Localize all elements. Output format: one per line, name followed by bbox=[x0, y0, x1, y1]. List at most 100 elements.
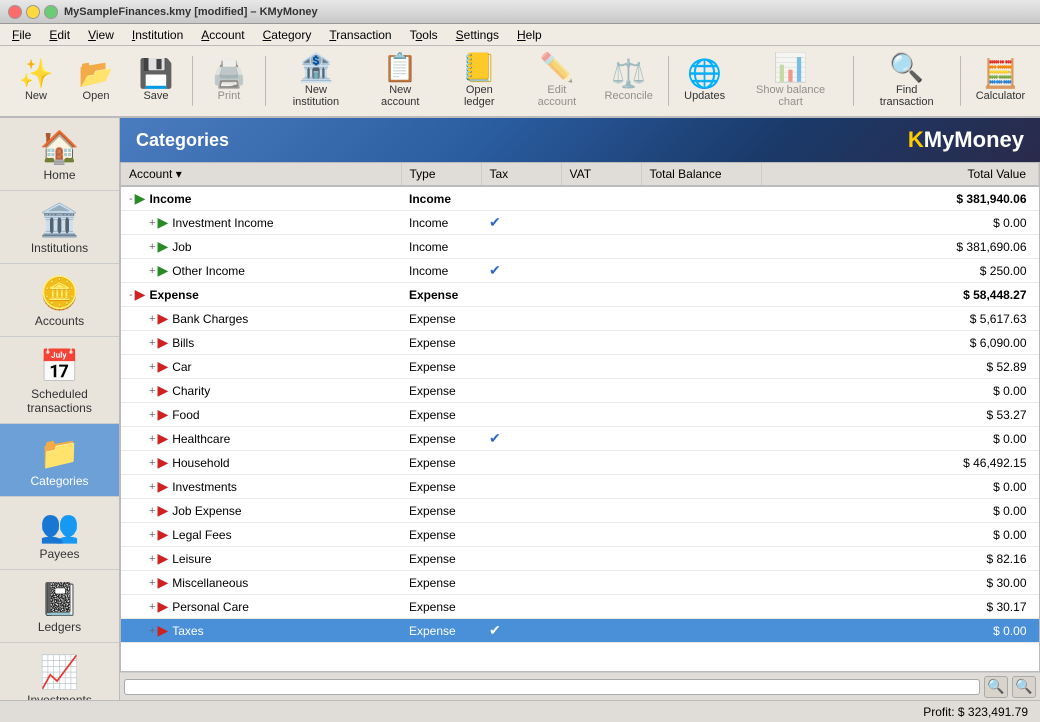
table-row[interactable]: - ▶IncomeIncome$ 381,940.06 bbox=[121, 186, 1039, 211]
col-tax[interactable]: Tax bbox=[481, 163, 561, 186]
table-row[interactable]: + ▶Other IncomeIncome✔$ 250.00 bbox=[121, 259, 1039, 283]
vat-cell-17 bbox=[561, 595, 641, 619]
value-cell-8: $ 0.00 bbox=[761, 379, 1039, 403]
expand-btn-17[interactable]: + bbox=[149, 601, 155, 613]
menu-view[interactable]: View bbox=[80, 26, 122, 44]
sidebar-item-institutions[interactable]: 🏛️ Institutions bbox=[0, 191, 119, 264]
expand-btn-16[interactable]: + bbox=[149, 577, 155, 589]
sidebar-label-scheduled: Scheduled transactions bbox=[4, 387, 115, 415]
table-row[interactable]: + ▶FoodExpense$ 53.27 bbox=[121, 403, 1039, 427]
menu-institution[interactable]: Institution bbox=[124, 26, 191, 44]
expand-btn-1[interactable]: + bbox=[149, 217, 155, 229]
menu-file[interactable]: File bbox=[4, 26, 39, 44]
table-row[interactable]: + ▶HouseholdExpense$ 46,492.15 bbox=[121, 451, 1039, 475]
print-button[interactable]: 🖨️ Print bbox=[201, 49, 257, 113]
close-button[interactable] bbox=[8, 5, 22, 19]
calculator-button[interactable]: 🧮 Calculator bbox=[969, 49, 1032, 113]
find-transaction-button[interactable]: 🔍 Find transaction bbox=[861, 49, 951, 113]
col-account[interactable]: Account ▾ bbox=[121, 163, 401, 186]
col-type[interactable]: Type bbox=[401, 163, 481, 186]
table-row[interactable]: + ▶Personal CareExpense$ 30.17 bbox=[121, 595, 1039, 619]
sidebar-item-categories[interactable]: 📁 Categories bbox=[0, 424, 119, 497]
balance-cell-17 bbox=[641, 595, 761, 619]
sidebar-label-categories: Categories bbox=[30, 474, 88, 488]
sidebar-label-payees: Payees bbox=[39, 547, 79, 561]
minimize-button[interactable] bbox=[26, 5, 40, 19]
zoom-out-button[interactable]: 🔍 bbox=[984, 676, 1008, 698]
profit-label: Profit: bbox=[923, 705, 954, 719]
expand-btn-9[interactable]: + bbox=[149, 409, 155, 421]
col-total-balance[interactable]: Total Balance bbox=[641, 163, 761, 186]
expand-btn-12[interactable]: + bbox=[149, 481, 155, 493]
menu-edit[interactable]: Edit bbox=[41, 26, 78, 44]
reconcile-button[interactable]: ⚖️ Reconcile bbox=[598, 49, 660, 113]
expand-btn-6[interactable]: + bbox=[149, 337, 155, 349]
updates-button[interactable]: 🌐 Updates bbox=[677, 49, 733, 113]
col-total-value[interactable]: Total Value bbox=[761, 163, 1039, 186]
save-icon: 💾 bbox=[139, 60, 174, 88]
table-row[interactable]: - ▶ExpenseExpense$ 58,448.27 bbox=[121, 283, 1039, 307]
table-row[interactable]: + ▶Legal FeesExpense$ 0.00 bbox=[121, 523, 1039, 547]
table-row[interactable]: + ▶InvestmentsExpense$ 0.00 bbox=[121, 475, 1039, 499]
expand-btn-14[interactable]: + bbox=[149, 529, 155, 541]
menu-settings[interactable]: Settings bbox=[448, 26, 507, 44]
table-row[interactable]: + ▶CharityExpense$ 0.00 bbox=[121, 379, 1039, 403]
menu-tools[interactable]: Tools bbox=[402, 26, 446, 44]
col-vat[interactable]: VAT bbox=[561, 163, 641, 186]
expand-btn-2[interactable]: + bbox=[149, 241, 155, 253]
expand-btn-3[interactable]: + bbox=[149, 265, 155, 277]
sidebar-item-investments[interactable]: 📈 Investments bbox=[0, 643, 119, 700]
menu-transaction[interactable]: Transaction bbox=[321, 26, 399, 44]
new-institution-button[interactable]: 🏦 New institution bbox=[274, 49, 358, 113]
table-row[interactable]: + ▶HealthcareExpense✔$ 0.00 bbox=[121, 427, 1039, 451]
expand-btn-0[interactable]: - bbox=[129, 193, 133, 205]
sidebar-item-accounts[interactable]: 🪙 Accounts bbox=[0, 264, 119, 337]
open-button[interactable]: 📂 Open bbox=[68, 49, 124, 113]
sidebar-item-home[interactable]: 🏠 Home bbox=[0, 118, 119, 191]
table-row[interactable]: + ▶MiscellaneousExpense$ 30.00 bbox=[121, 571, 1039, 595]
expand-btn-15[interactable]: + bbox=[149, 553, 155, 565]
balance-cell-16 bbox=[641, 571, 761, 595]
vat-cell-7 bbox=[561, 355, 641, 379]
type-cell-5: Expense bbox=[401, 307, 481, 331]
expand-btn-7[interactable]: + bbox=[149, 361, 155, 373]
table-row[interactable]: + ▶Job ExpenseExpense$ 0.00 bbox=[121, 499, 1039, 523]
account-cell-16: + ▶Miscellaneous bbox=[121, 571, 401, 595]
horizontal-scrollbar[interactable] bbox=[124, 679, 980, 695]
expand-btn-10[interactable]: + bbox=[149, 433, 155, 445]
edit-account-button[interactable]: ✏️ Edit account bbox=[520, 49, 594, 113]
expand-btn-18[interactable]: + bbox=[149, 625, 155, 637]
expand-btn-8[interactable]: + bbox=[149, 385, 155, 397]
sidebar-item-payees[interactable]: 👥 Payees bbox=[0, 497, 119, 570]
zoom-in-button[interactable]: 🔍 bbox=[1012, 676, 1036, 698]
maximize-button[interactable] bbox=[44, 5, 58, 19]
vat-cell-16 bbox=[561, 571, 641, 595]
table-row[interactable]: + ▶TaxesExpense✔$ 0.00 bbox=[121, 619, 1039, 643]
table-row[interactable]: + ▶CarExpense$ 52.89 bbox=[121, 355, 1039, 379]
table-row[interactable]: + ▶LeisureExpense$ 82.16 bbox=[121, 547, 1039, 571]
account-name-17: Personal Care bbox=[172, 600, 249, 614]
institutions-icon: 🏛️ bbox=[40, 201, 80, 239]
new-account-button[interactable]: 📋 New account bbox=[362, 49, 439, 113]
show-balance-chart-button[interactable]: 📊 Show balance chart bbox=[737, 49, 845, 113]
open-ledger-button[interactable]: 📒 Open ledger bbox=[442, 49, 516, 113]
table-row[interactable]: + ▶Bank ChargesExpense$ 5,617.63 bbox=[121, 307, 1039, 331]
expand-btn-4[interactable]: - bbox=[129, 289, 133, 301]
sidebar-item-ledgers[interactable]: 📓 Ledgers bbox=[0, 570, 119, 643]
table-row[interactable]: + ▶JobIncome$ 381,690.06 bbox=[121, 235, 1039, 259]
categories-table-wrapper[interactable]: Account ▾ Type Tax VAT Total Balance Tot… bbox=[120, 162, 1040, 672]
table-row[interactable]: + ▶Investment IncomeIncome✔$ 0.00 bbox=[121, 211, 1039, 235]
expand-btn-5[interactable]: + bbox=[149, 313, 155, 325]
save-button[interactable]: 💾 Save bbox=[128, 49, 184, 113]
expand-btn-13[interactable]: + bbox=[149, 505, 155, 517]
menu-help[interactable]: Help bbox=[509, 26, 550, 44]
type-cell-16: Expense bbox=[401, 571, 481, 595]
menu-category[interactable]: Category bbox=[255, 26, 320, 44]
expand-btn-11[interactable]: + bbox=[149, 457, 155, 469]
type-cell-17: Expense bbox=[401, 595, 481, 619]
menu-account[interactable]: Account bbox=[193, 26, 252, 44]
table-row[interactable]: + ▶BillsExpense$ 6,090.00 bbox=[121, 331, 1039, 355]
sidebar-item-scheduled[interactable]: 📅 Scheduled transactions bbox=[0, 337, 119, 424]
sidebar-label-home: Home bbox=[43, 168, 75, 182]
new-button[interactable]: ✨ New bbox=[8, 49, 64, 113]
